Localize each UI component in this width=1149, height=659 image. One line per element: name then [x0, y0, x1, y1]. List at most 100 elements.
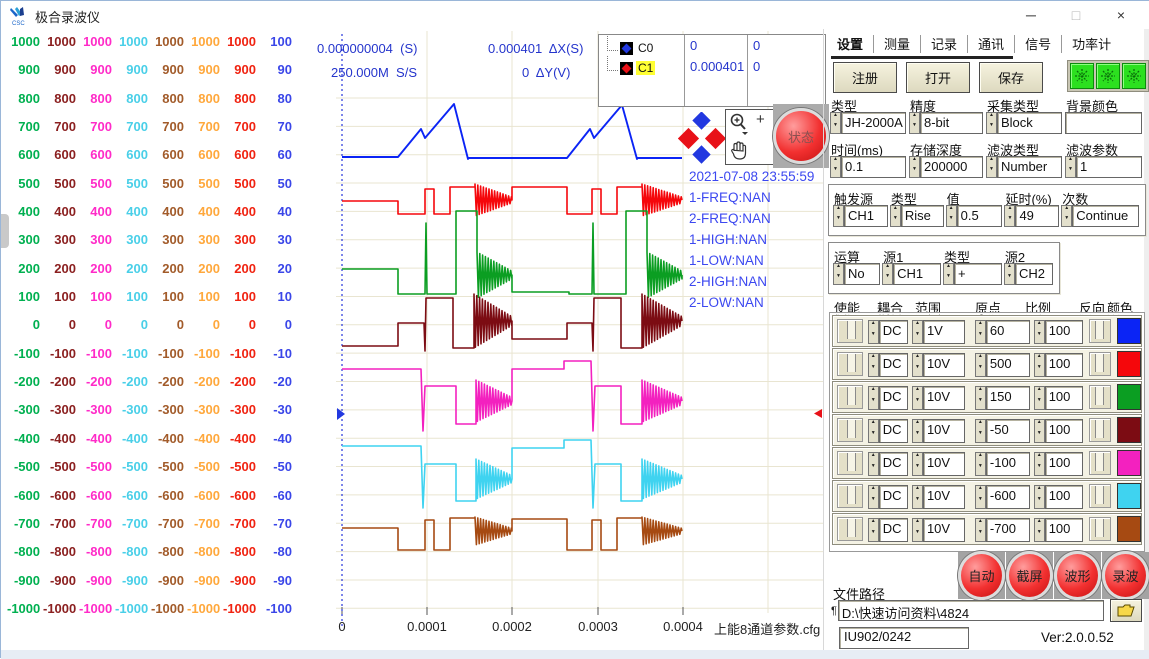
spinner-arrows[interactable]: ▲▼	[833, 263, 844, 285]
led-indicator[interactable]	[1096, 63, 1120, 89]
spinner-arrows[interactable]: ▲▼	[912, 353, 923, 377]
field-value-box[interactable]: 100	[1045, 419, 1083, 443]
spinner-arrows[interactable]: ▲▼	[882, 263, 893, 285]
pan-hand-icon[interactable]	[729, 140, 749, 161]
spinner-arrows[interactable]: ▲▼	[1004, 205, 1015, 227]
field-value-box[interactable]: CH1	[844, 205, 888, 227]
spinner-arrows[interactable]: ▲▼	[1034, 320, 1045, 344]
button-保存[interactable]: 保存	[979, 62, 1043, 93]
field-value-box[interactable]: 10V	[923, 518, 965, 542]
spinner-arrows[interactable]: ▲▼	[975, 386, 986, 410]
spinner-arrows[interactable]: ▲▼	[975, 320, 986, 344]
invert-toggle[interactable]	[1089, 517, 1111, 541]
status-button[interactable]: 状态	[773, 108, 829, 164]
legend-item[interactable]: C1	[605, 58, 684, 78]
spinner-arrows[interactable]: ▲▼	[1034, 386, 1045, 410]
invert-toggle[interactable]	[1089, 484, 1111, 508]
field-value-box[interactable]: 49	[1015, 205, 1059, 227]
spinner-arrows[interactable]: ▲▼	[1034, 452, 1045, 476]
spinner-arrows[interactable]: ▲▼	[1061, 205, 1072, 227]
field-value-box[interactable]: 0.1	[841, 156, 906, 178]
field-value-box[interactable]: DC	[879, 419, 908, 443]
field-value-box[interactable]: +	[954, 263, 1002, 285]
field-value-box[interactable]: 0.5	[957, 205, 1003, 227]
enable-toggle[interactable]	[837, 451, 863, 475]
spinner-arrows[interactable]: ▲▼	[946, 205, 957, 227]
channel-color-swatch[interactable]	[1117, 417, 1141, 443]
spinner-arrows[interactable]: ▲▼	[833, 205, 844, 227]
field-value-box[interactable]: 1V	[923, 320, 965, 344]
action-button-录波[interactable]: 录波	[1102, 551, 1149, 600]
spinner-arrows[interactable]: ▲▼	[986, 156, 997, 178]
field-value-box[interactable]: Block	[997, 112, 1062, 134]
spinner-arrows[interactable]: ▲▼	[868, 452, 879, 476]
spinner-arrows[interactable]: ▲▼	[1034, 353, 1045, 377]
field-value-box[interactable]: Continue	[1072, 205, 1139, 227]
spinner-arrows[interactable]: ▲▼	[986, 112, 997, 134]
field-value-box[interactable]: 10V	[923, 419, 965, 443]
spinner-arrows[interactable]: ▲▼	[909, 156, 920, 178]
field-value-box[interactable]: 100	[1045, 452, 1083, 476]
spinner-arrows[interactable]: ▲▼	[943, 263, 954, 285]
channel-color-swatch[interactable]	[1117, 351, 1141, 377]
browse-folder-button[interactable]	[1110, 599, 1142, 622]
invert-toggle[interactable]	[1089, 352, 1111, 376]
left-panel-handle[interactable]	[1, 214, 9, 248]
field-value-box[interactable]: 8-bit	[920, 112, 983, 134]
invert-toggle[interactable]	[1089, 385, 1111, 409]
field-value-box[interactable]: DC	[879, 518, 908, 542]
spinner-arrows[interactable]: ▲▼	[909, 112, 920, 134]
field-value-box[interactable]: Rise	[901, 205, 944, 227]
field-value-box[interactable]: -50	[986, 419, 1030, 443]
minimize-button[interactable]: ─	[1009, 1, 1053, 29]
field-value-box[interactable]: DC	[879, 452, 908, 476]
file-path-input[interactable]: D:\快速访问资料\4824	[838, 600, 1104, 621]
spinner-arrows[interactable]: ▲▼	[912, 386, 923, 410]
spinner-arrows[interactable]: ▲▼	[868, 419, 879, 443]
enable-toggle[interactable]	[837, 352, 863, 376]
tab-测量[interactable]: 测量	[876, 30, 918, 59]
close-button[interactable]: ×	[1099, 1, 1143, 29]
spinner-arrows[interactable]: ▲▼	[868, 485, 879, 509]
field-value-box[interactable]: 150	[986, 386, 1030, 410]
field-value-box[interactable]: -600	[986, 485, 1030, 509]
field-value-box[interactable]: DC	[879, 485, 908, 509]
enable-toggle[interactable]	[837, 385, 863, 409]
spinner-arrows[interactable]: ▲▼	[1034, 485, 1045, 509]
field-value-box[interactable]: 10V	[923, 386, 965, 410]
invert-toggle[interactable]	[1089, 418, 1111, 442]
field-value-box[interactable]: 10V	[923, 353, 965, 377]
spinner-arrows[interactable]: ▲▼	[868, 353, 879, 377]
field-value-box[interactable]	[1065, 112, 1142, 134]
spinner-arrows[interactable]: ▲▼	[868, 386, 879, 410]
channel-color-swatch[interactable]	[1117, 516, 1141, 542]
channel-color-swatch[interactable]	[1117, 450, 1141, 476]
spinner-arrows[interactable]: ▲▼	[975, 419, 986, 443]
spinner-arrows[interactable]: ▲▼	[912, 452, 923, 476]
field-value-box[interactable]: 100	[1045, 320, 1083, 344]
maximize-button[interactable]: □	[1054, 1, 1098, 29]
field-value-box[interactable]: CH1	[893, 263, 941, 285]
enable-toggle[interactable]	[837, 418, 863, 442]
spinner-arrows[interactable]: ▲▼	[868, 518, 879, 542]
channel-color-swatch[interactable]	[1117, 384, 1141, 410]
legend-channel-name[interactable]: C1	[636, 61, 655, 75]
tab-通讯[interactable]: 通讯	[970, 30, 1012, 59]
device-id-field[interactable]: IU902/0242	[839, 627, 969, 649]
spinner-arrows[interactable]: ▲▼	[830, 156, 841, 178]
spinner-arrows[interactable]: ▲▼	[975, 518, 986, 542]
field-value-box[interactable]: JH-2000A	[841, 112, 906, 134]
field-value-box[interactable]: 10V	[923, 452, 965, 476]
field-value-box[interactable]: 100	[1045, 353, 1083, 377]
spinner-arrows[interactable]: ▲▼	[1004, 263, 1015, 285]
field-value-box[interactable]: 200000	[920, 156, 983, 178]
field-value-box[interactable]: DC	[879, 353, 908, 377]
action-button-自动[interactable]: 自动	[958, 551, 1005, 600]
field-value-box[interactable]: 100	[1045, 485, 1083, 509]
spinner-arrows[interactable]: ▲▼	[1034, 518, 1045, 542]
spinner-arrows[interactable]: ▲▼	[975, 353, 986, 377]
tab-功率计[interactable]: 功率计	[1064, 30, 1119, 59]
field-value-box[interactable]: 1	[1076, 156, 1142, 178]
spinner-arrows[interactable]: ▲▼	[912, 320, 923, 344]
channel-color-swatch[interactable]	[1117, 318, 1141, 344]
